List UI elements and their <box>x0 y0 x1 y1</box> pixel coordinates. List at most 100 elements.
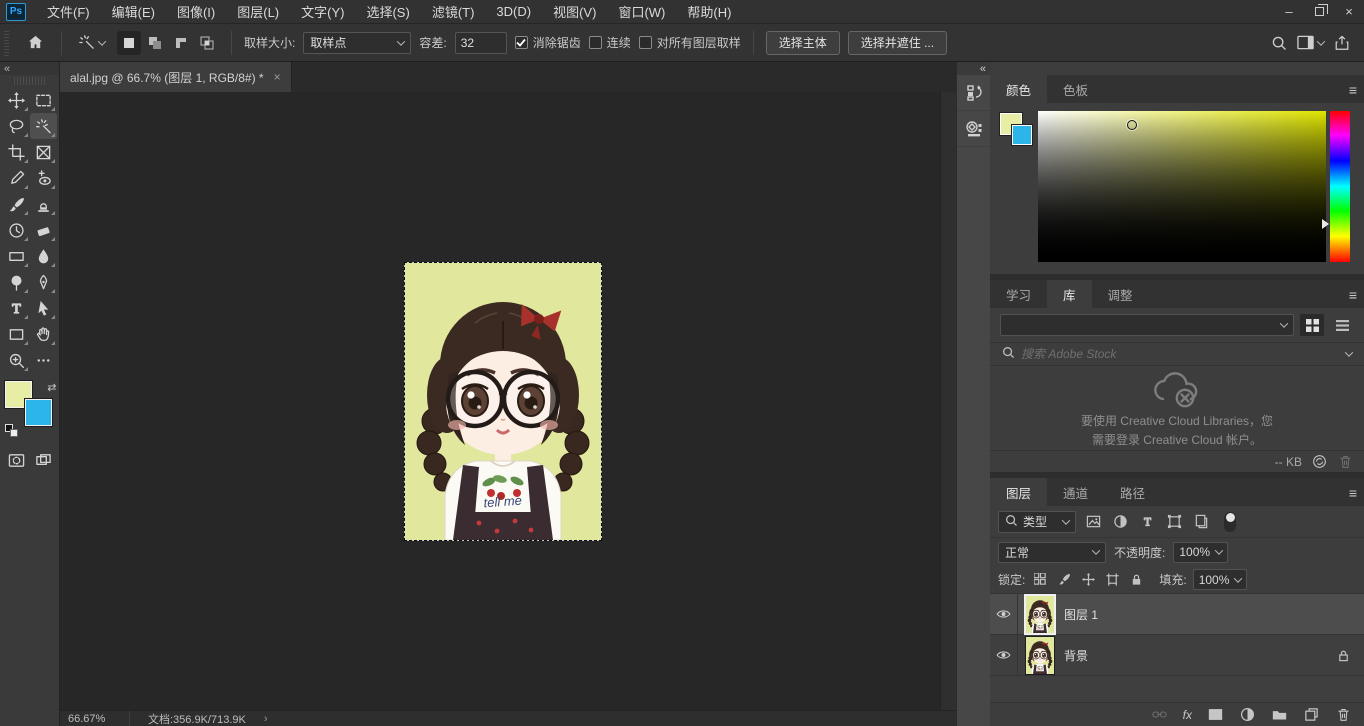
layer-row-1[interactable]: 图层 1 <box>990 594 1364 635</box>
menu-3d[interactable]: 3D(D) <box>485 0 542 24</box>
panel-menu-icon[interactable]: ≡ <box>1349 485 1356 501</box>
menu-type[interactable]: 文字(Y) <box>290 0 355 24</box>
dock-collapse-icon[interactable]: « <box>957 62 990 75</box>
fill-field[interactable]: 100% <box>1193 569 1248 590</box>
tab-swatches[interactable]: 色板 <box>1047 75 1104 103</box>
background-color-swatch[interactable] <box>1012 125 1032 145</box>
canvas-pasteboard[interactable] <box>60 92 956 710</box>
visibility-eye-icon[interactable] <box>990 594 1018 635</box>
subtract-from-selection-button[interactable] <box>169 31 193 55</box>
filter-pixel-layers-icon[interactable] <box>1083 512 1103 532</box>
blend-mode-dropdown[interactable]: 正常 <box>998 542 1106 563</box>
layer-row-background[interactable]: 背景 <box>990 635 1364 676</box>
adjustment-layer-icon[interactable] <box>1238 706 1256 724</box>
stock-search-input[interactable] <box>1021 347 1340 361</box>
healing-red-eye-tool[interactable] <box>30 165 57 191</box>
cc-sync-icon[interactable] <box>1310 453 1328 471</box>
toolbar-grip[interactable] <box>14 77 45 85</box>
gradient-tool[interactable] <box>3 243 30 269</box>
default-colors-icon[interactable] <box>5 424 18 437</box>
lock-artboard-icon[interactable] <box>1103 571 1121 589</box>
close-tab-icon[interactable]: × <box>274 70 281 84</box>
minimize-icon[interactable]: – <box>1274 0 1304 24</box>
rectangle-tool[interactable] <box>3 321 30 347</box>
zoom-tool[interactable] <box>3 347 30 373</box>
history-brush-tool[interactable] <box>3 217 30 243</box>
color-field[interactable] <box>1038 111 1326 262</box>
sample-size-dropdown[interactable]: 取样点 <box>303 32 411 54</box>
magic-wand-preset-icon[interactable] <box>74 30 109 56</box>
lock-transparency-icon[interactable] <box>1031 571 1049 589</box>
new-layer-icon[interactable] <box>1302 706 1320 724</box>
layer-name[interactable]: 背景 <box>1064 647 1088 664</box>
add-to-selection-button[interactable] <box>143 31 167 55</box>
tab-library[interactable]: 库 <box>1047 280 1092 308</box>
layer-effects-icon[interactable]: fx <box>1183 708 1192 722</box>
intersect-selection-button[interactable] <box>195 31 219 55</box>
frame-tool[interactable] <box>30 139 57 165</box>
clone-stamp-tool[interactable] <box>30 191 57 217</box>
type-tool[interactable]: T <box>3 295 30 321</box>
background-color-swatch[interactable] <box>25 399 52 426</box>
visibility-eye-icon[interactable] <box>990 635 1018 676</box>
menu-layer[interactable]: 图层(L) <box>226 0 290 24</box>
anti-alias-checkbox[interactable]: 消除锯齿 <box>515 34 581 51</box>
filter-type-dropdown[interactable]: 类型 <box>998 511 1076 533</box>
library-select-dropdown[interactable] <box>1000 314 1294 336</box>
history-panel-icon[interactable] <box>957 75 991 111</box>
screen-mode-button[interactable] <box>30 447 57 473</box>
vertical-scrollbar[interactable] <box>940 92 956 710</box>
crop-tool[interactable] <box>3 139 30 165</box>
canvas-document[interactable] <box>405 263 601 540</box>
zoom-level-field[interactable]: 66.67% <box>60 711 130 726</box>
properties-panel-icon[interactable] <box>957 111 991 147</box>
menu-select[interactable]: 选择(S) <box>355 0 420 24</box>
menu-view[interactable]: 视图(V) <box>542 0 607 24</box>
restore-icon[interactable] <box>1304 0 1334 24</box>
filter-type-layers-icon[interactable]: T <box>1137 512 1157 532</box>
hue-slider-arrow[interactable] <box>1322 219 1329 229</box>
brush-tool[interactable] <box>3 191 30 217</box>
menu-file[interactable]: 文件(F) <box>36 0 101 24</box>
lock-pixels-icon[interactable] <box>1055 571 1073 589</box>
layer-thumbnail[interactable] <box>1026 637 1054 674</box>
document-tab[interactable]: alal.jpg @ 66.7% (图层 1, RGB/8#) * × <box>60 62 292 92</box>
sample-all-layers-checkbox[interactable]: 对所有图层取样 <box>639 34 741 51</box>
dodge-tool[interactable] <box>3 269 30 295</box>
magic-wand-tool[interactable] <box>30 113 57 139</box>
delete-layer-icon[interactable] <box>1334 706 1352 724</box>
contiguous-checkbox[interactable]: 连续 <box>589 34 631 51</box>
hand-tool[interactable] <box>30 321 57 347</box>
status-chevron-icon[interactable]: › <box>264 713 268 725</box>
lasso-tool[interactable] <box>3 113 30 139</box>
tab-learn[interactable]: 学习 <box>990 280 1047 308</box>
quick-mask-button[interactable] <box>3 447 30 473</box>
workspace-switcher-icon[interactable] <box>1293 30 1328 56</box>
filter-adjustment-layers-icon[interactable] <box>1110 512 1130 532</box>
filter-shape-layers-icon[interactable] <box>1164 512 1184 532</box>
new-group-icon[interactable] <box>1270 706 1288 724</box>
marquee-tool[interactable] <box>30 87 57 113</box>
lock-position-icon[interactable] <box>1079 571 1097 589</box>
grid-view-button[interactable] <box>1300 314 1324 336</box>
share-icon[interactable] <box>1328 30 1356 56</box>
panel-menu-icon[interactable]: ≡ <box>1349 287 1356 303</box>
select-and-mask-button[interactable]: 选择并遮住 ... <box>848 31 947 55</box>
tab-paths[interactable]: 路径 <box>1104 478 1161 506</box>
menu-window[interactable]: 窗口(W) <box>607 0 676 24</box>
new-selection-button[interactable] <box>117 31 141 55</box>
swap-colors-icon[interactable]: ⇄ <box>47 381 56 394</box>
search-icon[interactable] <box>1265 30 1293 56</box>
layer-thumbnail[interactable] <box>1026 596 1054 633</box>
close-icon[interactable]: × <box>1334 0 1364 24</box>
tab-color[interactable]: 颜色 <box>990 75 1047 103</box>
menu-image[interactable]: 图像(I) <box>166 0 226 24</box>
eraser-tool[interactable] <box>30 217 57 243</box>
path-select-tool[interactable] <box>30 295 57 321</box>
options-grip[interactable] <box>4 30 9 56</box>
layer-name[interactable]: 图层 1 <box>1064 606 1098 623</box>
edit-toolbar-ellipsis-icon[interactable] <box>30 347 57 373</box>
hue-slider[interactable] <box>1330 111 1350 262</box>
filter-toggle-switch[interactable] <box>1224 512 1236 532</box>
select-subject-button[interactable]: 选择主体 <box>766 31 840 55</box>
